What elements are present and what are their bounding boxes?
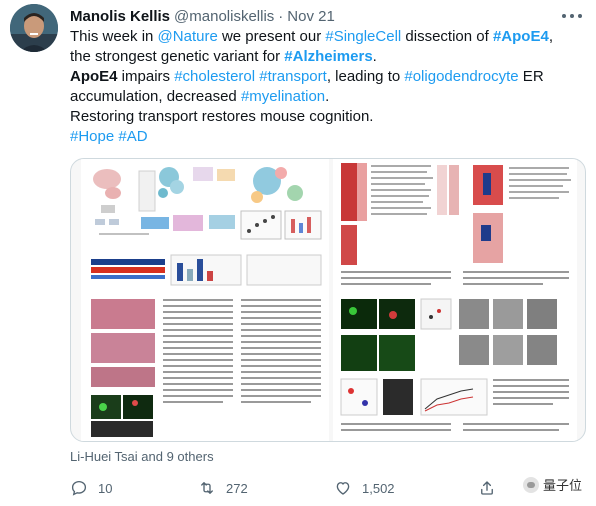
watermark: 量子位 xyxy=(522,475,582,494)
more-icon[interactable] xyxy=(562,8,582,24)
tagged-users[interactable]: Li-Huei Tsai and 9 others xyxy=(70,449,214,464)
like-count: 1,502 xyxy=(362,480,395,496)
text-span: impairs xyxy=(117,68,175,85)
figure-page-left xyxy=(81,159,329,441)
hashtag-hope[interactable]: #Hope xyxy=(70,128,114,145)
hashtag-ad[interactable]: #AD xyxy=(118,128,147,145)
tweet-timestamp[interactable]: Nov 21 xyxy=(287,8,335,25)
reply-button[interactable]: 10 xyxy=(70,476,112,500)
text-span: Restoring transport restores mouse cogni… xyxy=(70,108,374,125)
text-span: dissection of xyxy=(401,28,493,45)
hashtag-apoe4[interactable]: #ApoE4 xyxy=(493,28,549,45)
separator: · xyxy=(278,7,284,25)
retweet-count: 272 xyxy=(226,480,248,496)
author-name[interactable]: Manolis Kellis xyxy=(70,8,170,25)
tweet-media-image[interactable] xyxy=(70,158,586,442)
like-icon xyxy=(336,482,350,495)
text-span: This week in xyxy=(70,28,158,45)
text-span: , xyxy=(548,28,553,45)
tweet-text: This week in @Nature we present our #Sin… xyxy=(70,27,586,147)
tweet-line: This week in @Nature we present our #Sin… xyxy=(70,27,586,47)
hashtag-singlecell[interactable]: #SingleCell xyxy=(325,28,401,45)
text-span: we present our xyxy=(217,28,326,45)
share-icon xyxy=(481,481,493,495)
hashtag-transport[interactable]: #transport xyxy=(259,68,327,85)
hashtag-oligodendrocyte[interactable]: #oligodendrocyte xyxy=(404,68,518,85)
hashtag-alzheimers[interactable]: #Alzheimers xyxy=(284,48,372,65)
watermark-text: 量子位 xyxy=(542,478,582,493)
share-button[interactable] xyxy=(478,476,506,500)
tweet-line: the strongest genetic variant for #Alzhe… xyxy=(70,47,586,67)
text-span: . xyxy=(325,88,330,105)
tweet-line: accumulation, decreased #myelination. xyxy=(70,87,586,107)
tweet-line: Restoring transport restores mouse cogni… xyxy=(70,107,586,127)
text-span: ER xyxy=(518,68,544,85)
tweet-header: Manolis Kellis @manoliskellis · Nov 21 xyxy=(70,6,335,26)
hashtag-cholesterol[interactable]: #cholesterol xyxy=(174,68,255,85)
text-span: , leading to xyxy=(326,68,405,85)
like-button[interactable]: 1,502 xyxy=(334,476,395,500)
reply-count: 10 xyxy=(98,480,113,496)
reply-icon xyxy=(71,480,87,496)
avatar[interactable] xyxy=(10,4,58,52)
text-span: the strongest genetic variant for xyxy=(70,48,285,65)
retweet-icon xyxy=(201,482,213,494)
figure-page-right xyxy=(333,159,577,441)
text-span: . xyxy=(372,48,377,65)
wechat-icon xyxy=(522,476,539,493)
author-handle[interactable]: @manoliskellis xyxy=(174,8,274,25)
text-span: accumulation, decreased xyxy=(70,88,241,105)
text-span-bold: ApoE4 xyxy=(70,68,118,85)
hashtag-myelination[interactable]: #myelination xyxy=(241,88,325,105)
tweet-line: ApoE4 impairs #cholesterol #transport, l… xyxy=(70,67,586,87)
retweet-button[interactable]: 272 xyxy=(198,476,248,500)
tweet-line: #Hope #AD xyxy=(70,127,586,147)
action-bar: 10 272 1,502 xyxy=(70,476,586,500)
tweet: Manolis Kellis @manoliskellis · Nov 21 T… xyxy=(0,0,596,506)
mention-nature[interactable]: @Nature xyxy=(158,28,218,45)
